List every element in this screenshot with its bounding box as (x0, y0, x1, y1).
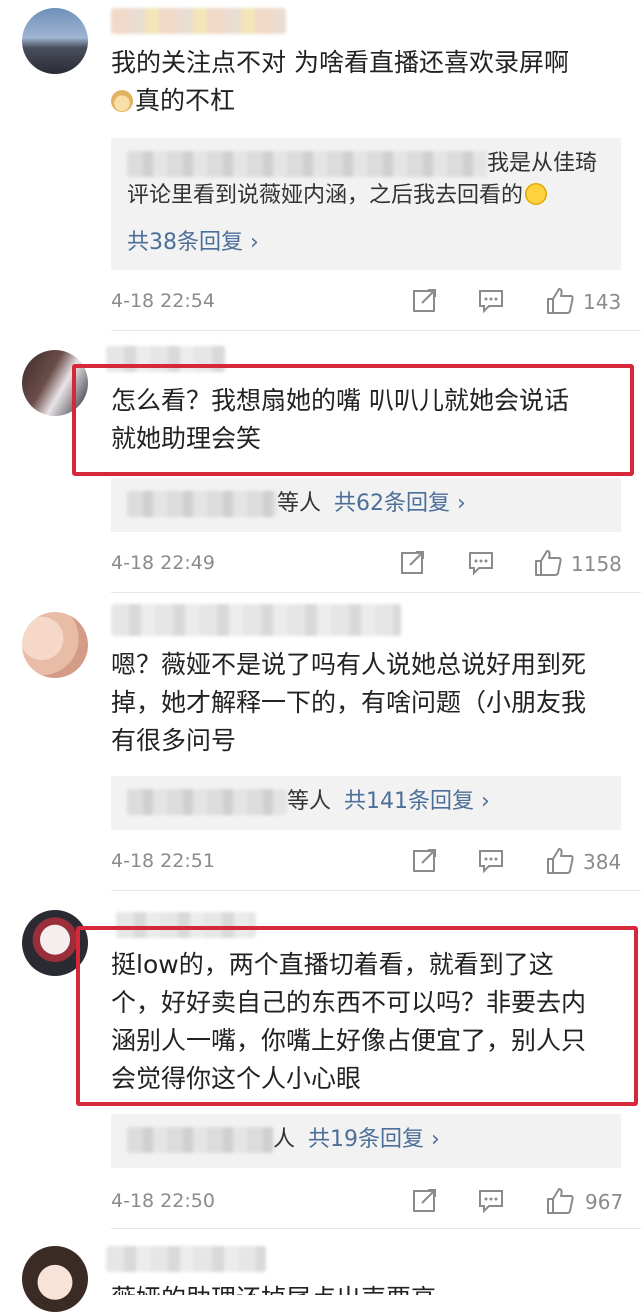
reply-username-blurred (127, 151, 487, 177)
comment-text: 薇娅的助理还掉尾点出声要高 (111, 1280, 621, 1295)
avatar[interactable] (22, 8, 88, 74)
view-replies-link[interactable]: 共19条回复 › (308, 1127, 440, 1152)
thumbs-up-icon[interactable] (545, 286, 575, 316)
username-blurred[interactable] (111, 604, 401, 636)
laugh-cry-emoji-icon (525, 183, 548, 205)
comment-line: 掉，她才解释一下的，有啥问题（小朋友我 (111, 688, 587, 717)
comment-meta: 4-18 22:54 143 (111, 286, 621, 316)
comment-line: 我的关注点不对 为啥看直播还喜欢录屏啊 (111, 48, 569, 77)
reply-preview: 等人 共141条回复 › (127, 786, 490, 818)
divider (111, 1228, 641, 1229)
avatar[interactable] (22, 1246, 88, 1312)
reply-preview: 评论里看到说薇娅内涵，之后我去回看的 (127, 180, 549, 212)
like-count: 384 (583, 850, 622, 874)
share-icon[interactable] (411, 846, 439, 874)
reply-box[interactable]: 人 共19条回复 › (111, 1114, 621, 1168)
share-icon[interactable] (411, 1186, 439, 1214)
red-highlight-box (76, 926, 638, 1106)
comment-meta: 4-18 22:50 967 (111, 1186, 624, 1216)
divider (111, 592, 641, 593)
reply-box[interactable]: 我是从佳琦 评论里看到说薇娅内涵，之后我去回看的 共38条回复 › (111, 138, 621, 270)
reply-text: 评论里看到说薇娅内涵，之后我去回看的 (127, 183, 524, 208)
comment-meta: 4-18 22:51 384 (111, 846, 621, 876)
username-blurred[interactable] (106, 1246, 266, 1272)
reply-username-blurred (127, 491, 277, 517)
timestamp: 4-18 22:51 (111, 850, 215, 872)
view-replies-link[interactable]: 共38条回复 › (127, 224, 259, 256)
reply-username-blurred (127, 1127, 273, 1153)
comment-line: 薇娅的助理还掉尾点出声要高 (111, 1284, 436, 1295)
reply-text: 人 (273, 1127, 296, 1152)
reply-preview: 人 共19条回复 › (127, 1124, 440, 1156)
timestamp: 4-18 22:49 (111, 552, 215, 574)
timestamp: 4-18 22:50 (111, 1190, 215, 1212)
comment-text: 我的关注点不对 为啥看直播还喜欢录屏啊 真的不杠 (111, 44, 621, 120)
view-replies-link[interactable]: 共141条回复 › (344, 789, 490, 814)
thumbs-up-icon[interactable] (545, 1186, 575, 1216)
timestamp: 4-18 22:54 (111, 290, 215, 312)
reply-preview: 我是从佳琦 (127, 148, 597, 180)
reply-text: 等人 (277, 491, 322, 516)
divider (111, 330, 641, 331)
like-count: 143 (583, 290, 622, 314)
like-count: 1158 (571, 552, 622, 576)
comment-icon[interactable] (467, 548, 495, 576)
like-count: 967 (585, 1190, 624, 1214)
comment-icon[interactable] (477, 1186, 505, 1214)
doge-emoji-icon (111, 90, 133, 112)
comment-line: 真的不杠 (135, 86, 236, 115)
view-replies-link[interactable]: 共62条回复 › (334, 491, 466, 516)
red-highlight-box (72, 364, 634, 476)
thumbs-up-icon[interactable] (545, 846, 575, 876)
username-blurred[interactable] (111, 8, 286, 34)
reply-text: 等人 (287, 789, 332, 814)
comment-meta: 4-18 22:49 1158 (111, 548, 622, 578)
comment-text: 嗯？薇娅不是说了吗有人说她总说好用到死 掉，她才解释一下的，有啥问题（小朋友我 … (111, 646, 621, 760)
thumbs-up-icon[interactable] (533, 548, 563, 578)
comment-icon[interactable] (477, 286, 505, 314)
avatar[interactable] (22, 612, 88, 678)
reply-preview: 等人 共62条回复 › (127, 488, 466, 520)
share-icon[interactable] (411, 286, 439, 314)
share-icon[interactable] (399, 548, 427, 576)
comment-line: 有很多问号 (111, 726, 237, 755)
divider (111, 890, 641, 891)
reply-text: 我是从佳琦 (487, 151, 598, 176)
reply-box[interactable]: 等人 共141条回复 › (111, 776, 621, 830)
comment-icon[interactable] (477, 846, 505, 874)
reply-username-blurred (127, 789, 287, 815)
reply-box[interactable]: 等人 共62条回复 › (111, 478, 621, 532)
comment-line: 嗯？薇娅不是说了吗有人说她总说好用到死 (111, 650, 587, 679)
